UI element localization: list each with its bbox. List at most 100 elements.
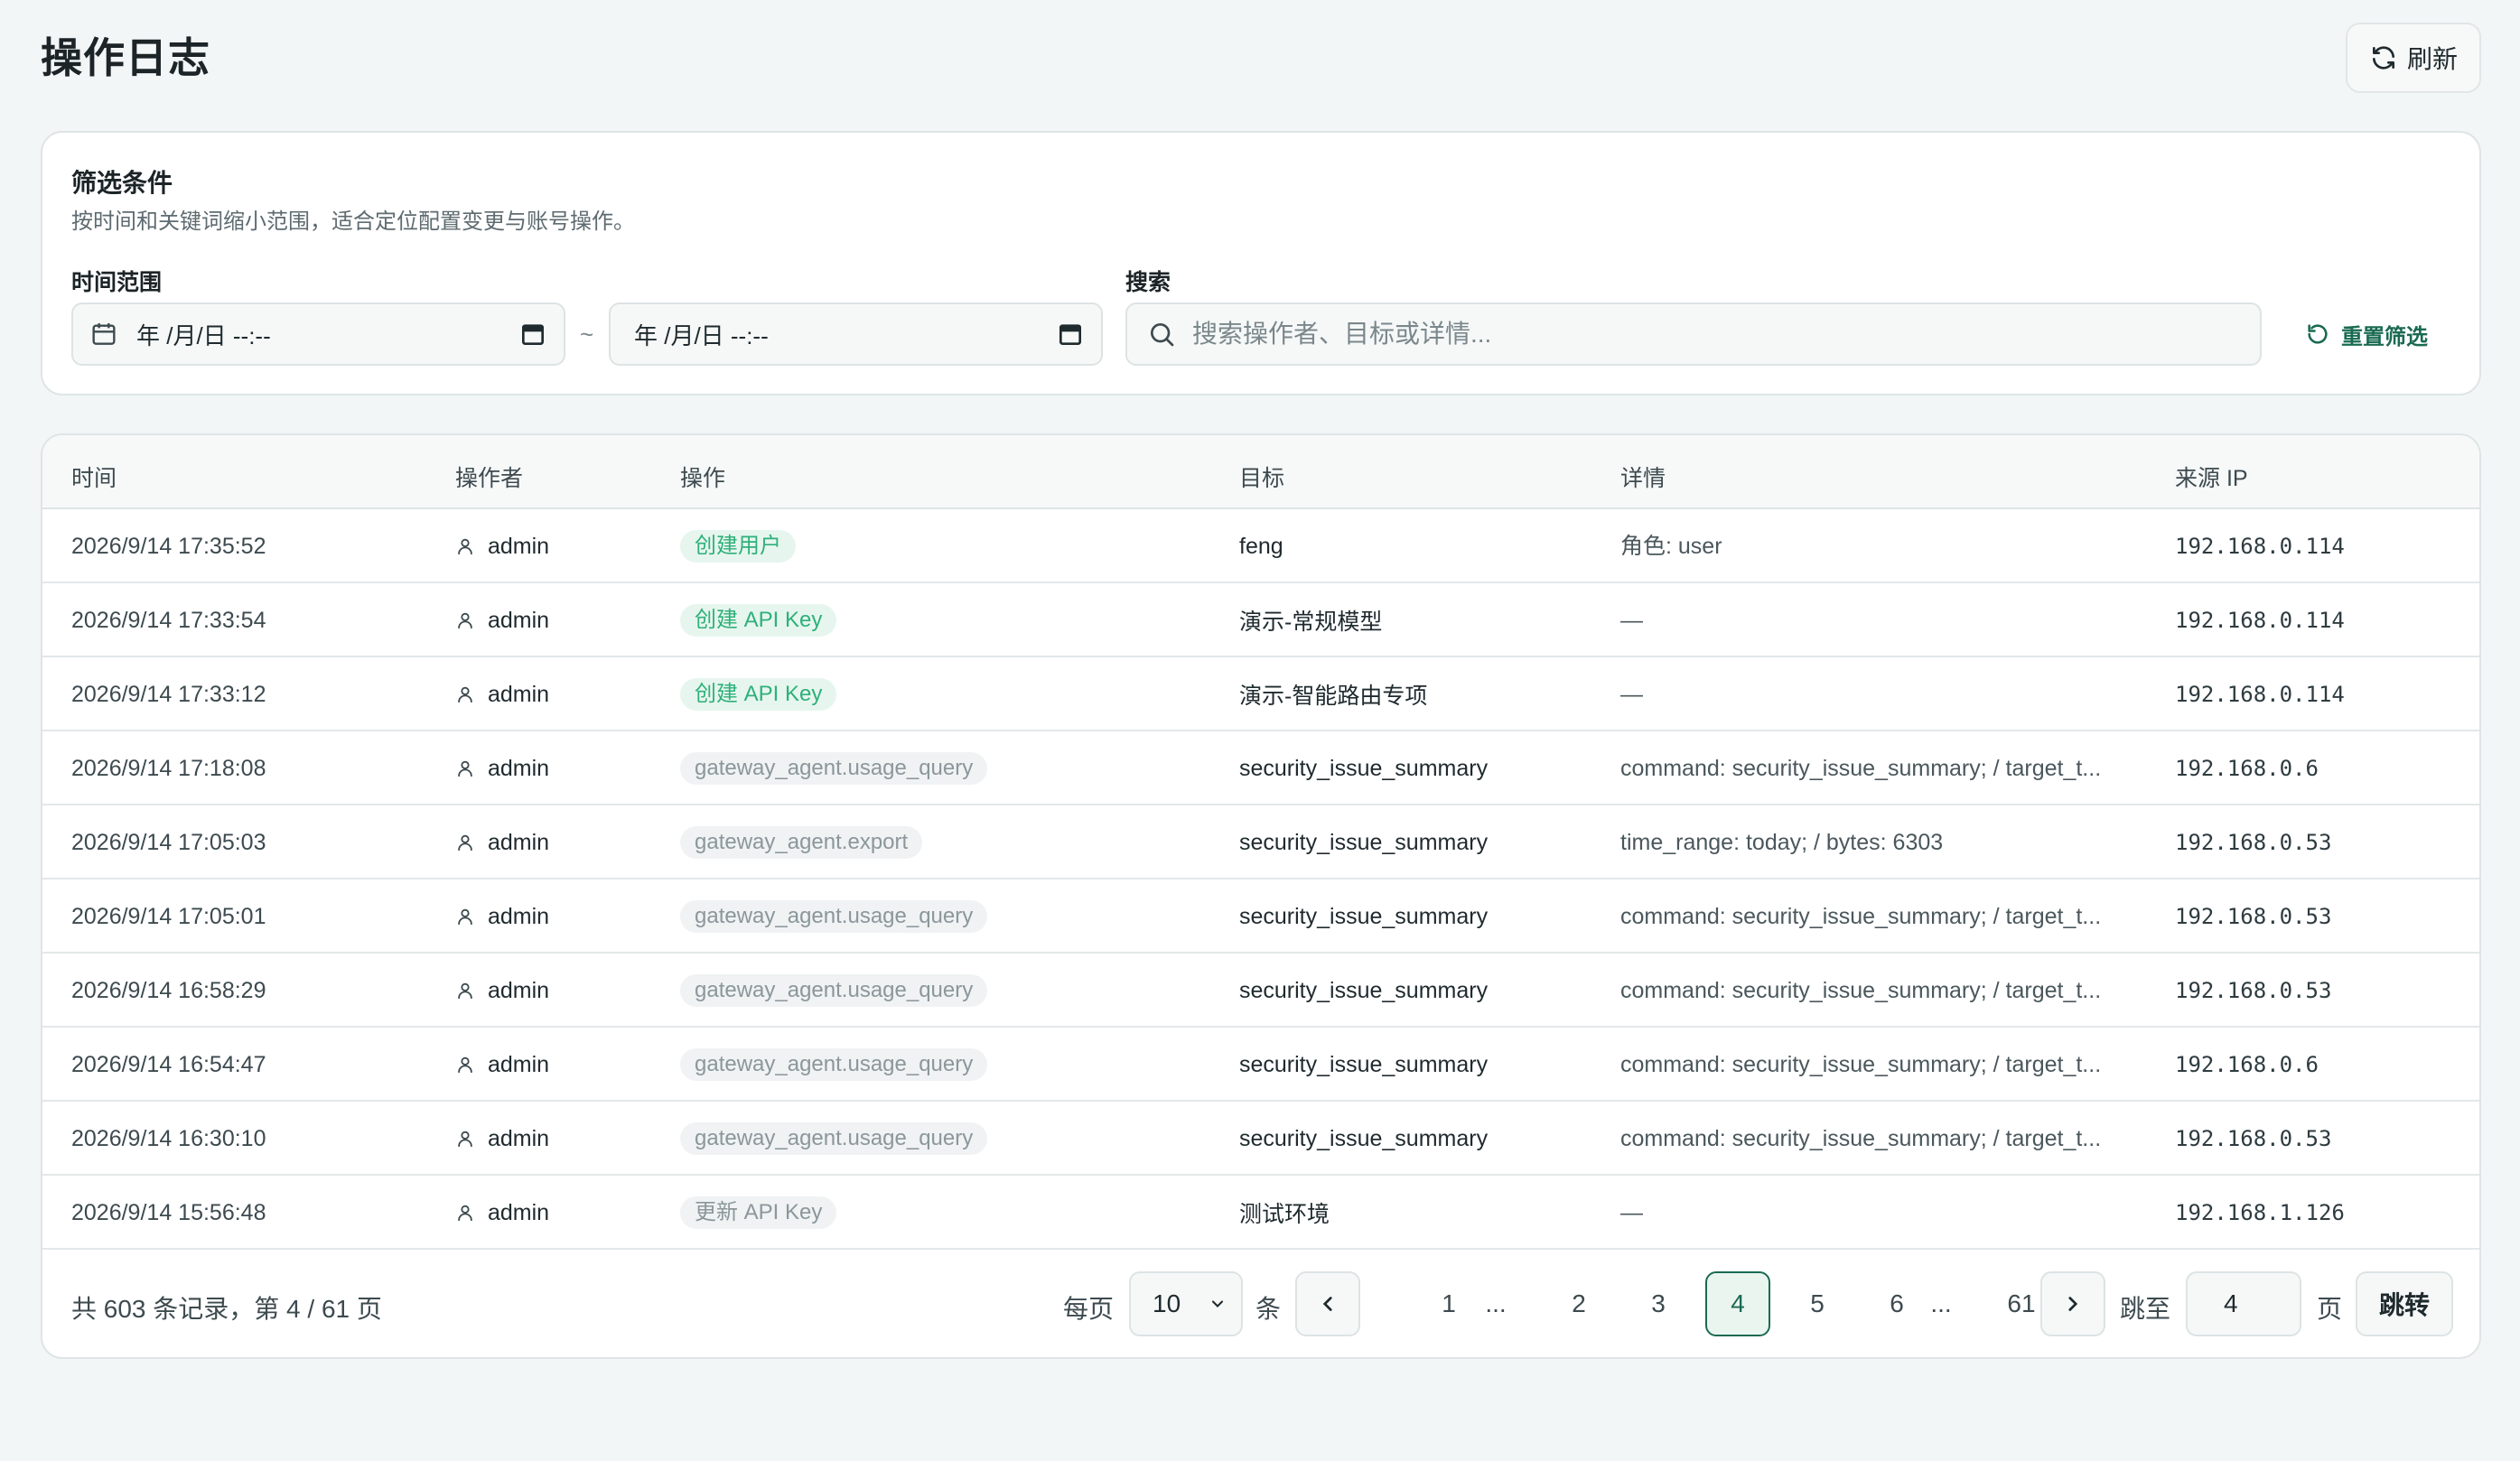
row-operator: admin bbox=[455, 879, 549, 954]
row-operator-name: admin bbox=[488, 977, 550, 1003]
filter-title: 筛选条件 bbox=[71, 169, 173, 197]
row-action: gateway_agent.export bbox=[680, 805, 923, 879]
table-row[interactable]: 2026/9/14 17:35:52 admin 创建用户 feng 角色: user 1… bbox=[42, 509, 2479, 583]
row-target: security_issue_summary bbox=[1239, 755, 1489, 781]
search-icon bbox=[1151, 323, 1174, 347]
range-separator: ~ bbox=[580, 321, 594, 348]
row-source-ip: 192.168.0.114 bbox=[2175, 682, 2345, 707]
row-source-ip: 192.168.0.114 bbox=[2175, 534, 2345, 559]
table-row[interactable]: 2026/9/14 17:18:08 admin gateway_agent.usa… bbox=[42, 731, 2479, 805]
row-operator-name: admin bbox=[488, 1199, 550, 1225]
column-header-ip: 来源 IP bbox=[2175, 466, 2248, 491]
page-title: 操作日志 bbox=[41, 34, 210, 81]
jump-button[interactable]: 跳转 bbox=[2356, 1271, 2453, 1336]
row-detail: 角色: user bbox=[1620, 534, 1722, 559]
page-size-value: 10 bbox=[1153, 1289, 1181, 1317]
row-source-ip: 192.168.0.6 bbox=[2175, 756, 2319, 781]
row-target: feng bbox=[1239, 533, 1283, 559]
page-size-select[interactable]: 10 bbox=[1129, 1271, 1243, 1336]
chevron-down-icon bbox=[1211, 1300, 1224, 1307]
user-icon bbox=[458, 686, 472, 703]
user-icon bbox=[458, 1205, 472, 1222]
calendar-picker-icon[interactable] bbox=[1056, 320, 1085, 349]
user-icon bbox=[458, 612, 472, 629]
prev-page-button[interactable] bbox=[1295, 1271, 1360, 1336]
row-source-ip: 192.168.0.114 bbox=[2175, 608, 2345, 633]
jump-label: 跳至 bbox=[2120, 1295, 2171, 1323]
search-input[interactable] bbox=[1192, 320, 2240, 349]
row-time: 2026/9/14 17:33:54 bbox=[71, 607, 266, 633]
row-detail: time_range: today; / bytes: 6303 bbox=[1620, 830, 1944, 855]
row-source-ip: 192.168.0.6 bbox=[2175, 1052, 2319, 1077]
table-row[interactable]: 2026/9/14 16:54:47 admin gateway_agent.usa… bbox=[42, 1028, 2479, 1102]
row-operator-name: admin bbox=[488, 755, 550, 781]
action-badge: gateway_agent.usage_query bbox=[680, 1048, 988, 1081]
table-row[interactable]: 2026/9/14 15:56:48 admin 更新 API Key 测试环境 — 19… bbox=[42, 1176, 2479, 1250]
row-detail: command: security_issue_summary; / targe… bbox=[1620, 1052, 2102, 1077]
user-icon bbox=[458, 834, 472, 851]
action-badge: 创建用户 bbox=[680, 530, 796, 563]
refresh-icon bbox=[2372, 46, 2394, 70]
row-operator: admin bbox=[455, 1176, 549, 1250]
row-source-ip: 192.168.0.53 bbox=[2175, 978, 2332, 1003]
record-summary: 共 603 条记录，第 4 / 61 页 bbox=[71, 1295, 382, 1323]
page-button[interactable]: 5 bbox=[1785, 1271, 1850, 1336]
row-target: 演示-常规模型 bbox=[1239, 610, 1383, 635]
table-row[interactable]: 2026/9/14 17:05:01 admin gateway_agent.usa… bbox=[42, 879, 2479, 954]
row-operator: admin bbox=[455, 509, 549, 583]
row-operator: admin bbox=[455, 805, 549, 879]
row-action: 创建 API Key bbox=[680, 657, 837, 731]
row-time: 2026/9/14 16:54:47 bbox=[71, 1051, 266, 1077]
page-ellipsis: ... bbox=[1485, 1289, 1507, 1317]
action-badge: gateway_agent.usage_query bbox=[680, 974, 988, 1007]
row-operator-name: admin bbox=[488, 1051, 550, 1077]
row-operator-name: admin bbox=[488, 829, 550, 855]
table-row[interactable]: 2026/9/14 17:33:12 admin 创建 API Key 演示-智能路由… bbox=[42, 657, 2479, 731]
reset-filters-button[interactable]: 重置筛选 bbox=[2305, 313, 2428, 355]
page-button[interactable]: 2 bbox=[1546, 1271, 1611, 1336]
action-badge: 创建 API Key bbox=[680, 678, 837, 711]
row-action: 创建 API Key bbox=[680, 583, 837, 657]
page-button-current[interactable]: 4 bbox=[1705, 1271, 1770, 1336]
row-action: gateway_agent.usage_query bbox=[680, 1102, 988, 1176]
row-source-ip: 192.168.0.53 bbox=[2175, 904, 2332, 929]
user-icon bbox=[458, 760, 472, 777]
row-time: 2026/9/14 17:05:03 bbox=[71, 829, 266, 855]
user-icon bbox=[458, 1131, 472, 1148]
row-target: security_issue_summary bbox=[1239, 903, 1489, 929]
row-time: 2026/9/14 17:18:08 bbox=[71, 755, 266, 781]
row-time: 2026/9/14 17:05:01 bbox=[71, 903, 266, 929]
per-page-label: 每页 bbox=[1063, 1295, 1115, 1323]
calendar-picker-icon[interactable] bbox=[518, 320, 547, 349]
row-time: 2026/9/14 16:58:29 bbox=[71, 977, 266, 1003]
row-detail: command: security_issue_summary; / targe… bbox=[1620, 1126, 2102, 1151]
row-time: 2026/9/14 16:30:10 bbox=[71, 1125, 266, 1151]
calendar-icon bbox=[92, 323, 116, 345]
row-detail: — bbox=[1620, 608, 1643, 633]
row-operator-name: admin bbox=[488, 533, 550, 559]
table-row[interactable]: 2026/9/14 17:33:54 admin 创建 API Key 演示-常规模型… bbox=[42, 583, 2479, 657]
row-target: security_issue_summary bbox=[1239, 1051, 1489, 1077]
refresh-button[interactable]: 刷新 bbox=[2346, 23, 2481, 93]
column-header-operator: 操作者 bbox=[455, 466, 524, 491]
row-operator: admin bbox=[455, 954, 549, 1028]
end-datetime-value: 年 /月/日 --:-- bbox=[634, 321, 769, 349]
search-label: 搜索 bbox=[1125, 270, 1171, 295]
row-operator: admin bbox=[455, 1102, 549, 1176]
start-datetime-input[interactable]: 年 /月/日 --:-- bbox=[71, 302, 565, 366]
end-datetime-input[interactable]: 年 /月/日 --:-- bbox=[609, 302, 1103, 366]
row-operator-name: admin bbox=[488, 1125, 550, 1151]
table-row[interactable]: 2026/9/14 16:58:29 admin gateway_agent.usa… bbox=[42, 954, 2479, 1028]
row-action: gateway_agent.usage_query bbox=[680, 1028, 988, 1102]
jump-page-input[interactable] bbox=[2186, 1271, 2301, 1336]
row-source-ip: 192.168.0.53 bbox=[2175, 1126, 2332, 1151]
row-action: gateway_agent.usage_query bbox=[680, 879, 988, 954]
table-row[interactable]: 2026/9/14 16:30:10 admin gateway_agent.usa… bbox=[42, 1102, 2479, 1176]
page-button[interactable]: 3 bbox=[1626, 1271, 1691, 1336]
next-page-button[interactable] bbox=[2040, 1271, 2105, 1336]
row-detail: — bbox=[1620, 682, 1643, 707]
table-row[interactable]: 2026/9/14 17:05:03 admin gateway_agent.exp… bbox=[42, 805, 2479, 879]
reset-filters-label: 重置筛选 bbox=[2341, 324, 2428, 349]
refresh-label: 刷新 bbox=[2406, 45, 2458, 73]
row-operator: admin bbox=[455, 583, 549, 657]
